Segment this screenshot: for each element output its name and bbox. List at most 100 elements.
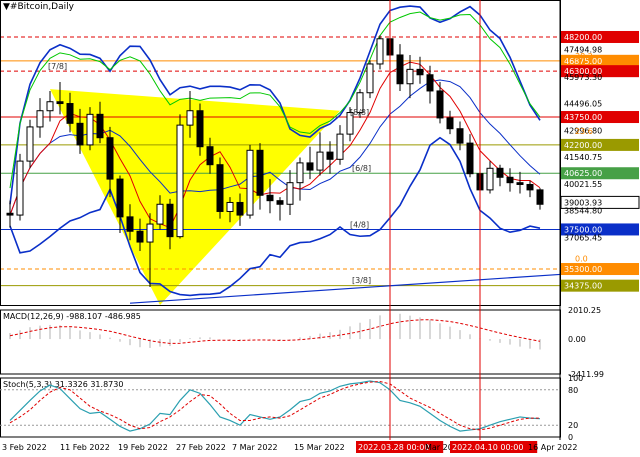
candle xyxy=(16,153,24,221)
murrey-label: [6/8] xyxy=(352,164,371,173)
x-axis-label: 27 Feb 2022 xyxy=(176,443,226,452)
candle xyxy=(276,197,284,221)
stoch-tick: 20 xyxy=(568,421,578,430)
candle-body-down xyxy=(136,230,144,243)
candle-body-down xyxy=(216,164,224,212)
murrey-label: [7/8] xyxy=(48,62,67,71)
candle xyxy=(496,164,504,187)
price-label: 41540.75 xyxy=(564,153,602,162)
candle xyxy=(506,168,514,192)
price-label: 44496.05 xyxy=(564,100,602,109)
price-label: 38544.80 xyxy=(564,207,602,216)
candle-body-up xyxy=(26,126,34,162)
candle-body-down xyxy=(426,74,434,92)
murrey-label: 0.0 xyxy=(575,255,588,264)
candle-body-down xyxy=(256,149,264,196)
chart-frame: MACD(12,26,9) -988.107 -486.985 2010.25 0.… xyxy=(0,0,640,453)
candle xyxy=(316,132,324,176)
candle-body-down xyxy=(206,146,214,166)
price-label: 37065.45 xyxy=(564,233,602,242)
x-axis-label: 2022.04.10 00:00 xyxy=(452,443,523,452)
chart-title: ▼#Bitcoin,Daily xyxy=(3,2,74,12)
murrey-label: 23.6 xyxy=(575,127,593,136)
candle-body-down xyxy=(66,103,74,124)
candle-body-up xyxy=(296,162,304,184)
candle-body-down xyxy=(106,137,114,180)
candle-body-down xyxy=(196,110,204,148)
candle xyxy=(296,157,304,201)
x-axis-label: 15 Mar 2022 xyxy=(294,443,345,452)
candle xyxy=(326,141,334,174)
candle-body-down xyxy=(516,182,524,185)
candle-body-up xyxy=(176,124,184,238)
candle-body-down xyxy=(96,113,104,139)
candle-body-up xyxy=(286,182,294,205)
stoch-tick: 100 xyxy=(568,374,583,383)
candle-body-down xyxy=(496,167,504,178)
candle xyxy=(6,200,14,228)
candle xyxy=(396,44,404,91)
candle-body-down xyxy=(506,176,514,184)
trend-line xyxy=(129,273,561,304)
subwindows: MACD(12,26,9) -988.107 -486.985 2010.25 0.… xyxy=(0,306,604,442)
candle-body-up xyxy=(186,110,194,126)
candle-body-up xyxy=(486,167,494,191)
candle xyxy=(286,170,294,216)
x-axis-label: 16 Apr 2022 xyxy=(528,443,577,452)
candle xyxy=(256,143,264,210)
macd-tick: 2010.25 xyxy=(568,306,601,315)
murrey-label: 38.2 xyxy=(575,52,593,61)
candle-body-down xyxy=(236,201,244,216)
candle xyxy=(306,146,314,180)
price-label: 35300.00 xyxy=(564,265,602,274)
candle-body-up xyxy=(226,201,234,212)
price-label: 40625.00 xyxy=(564,169,602,178)
candle xyxy=(486,161,494,194)
candle xyxy=(456,121,464,151)
candle xyxy=(376,35,384,70)
candle xyxy=(526,180,534,198)
candle-body-up xyxy=(146,223,154,243)
candle xyxy=(466,134,474,178)
candle-body-up xyxy=(156,203,164,225)
macd-tick: 0.00 xyxy=(568,335,586,344)
candle-body-down xyxy=(116,178,124,218)
stoch-tick: 80 xyxy=(568,386,578,395)
murrey-label: [3/8] xyxy=(352,276,371,285)
candle-body-up xyxy=(336,133,344,160)
candle xyxy=(366,60,374,99)
candle-body-up xyxy=(36,110,44,128)
stoch-tick: 0 xyxy=(568,433,573,442)
x-axis-label: 11 Feb 2022 xyxy=(60,443,110,452)
candle xyxy=(516,171,524,194)
candle-body-down xyxy=(526,183,534,191)
candle-body-up xyxy=(86,113,94,146)
candle xyxy=(436,81,444,124)
candle-body-up xyxy=(246,149,254,216)
candle-body-up xyxy=(316,151,324,171)
candle-body-up xyxy=(376,38,384,65)
x-axis-label: 19 Feb 2022 xyxy=(118,443,168,452)
candle-body-down xyxy=(56,101,64,105)
candle-body-down xyxy=(436,90,444,119)
candle-body-down xyxy=(6,212,14,216)
x-axis-label: 2022.03.28 00:00 xyxy=(358,443,429,452)
price-label: 34375.00 xyxy=(564,282,602,291)
candle-body-up xyxy=(16,160,24,216)
price-label: 40021.55 xyxy=(564,180,602,189)
price-label: 42200.00 xyxy=(564,141,602,150)
candle-body-down xyxy=(446,117,454,130)
candle-body-down xyxy=(76,122,84,146)
candle-body-up xyxy=(406,68,414,85)
candle xyxy=(246,144,254,219)
candle-body-down xyxy=(266,194,274,202)
candle-body-down xyxy=(466,142,474,175)
candle-body-down xyxy=(326,151,334,160)
stoch-header: Stoch(5,3,3) 31.3326 31.8730 xyxy=(3,380,123,389)
candle xyxy=(36,98,44,138)
candle xyxy=(406,54,414,99)
candle xyxy=(446,110,454,135)
price-label: 48200.00 xyxy=(564,33,602,42)
candle-body-down xyxy=(166,203,174,238)
x-axis-label: 3 Feb 2022 xyxy=(2,443,47,452)
